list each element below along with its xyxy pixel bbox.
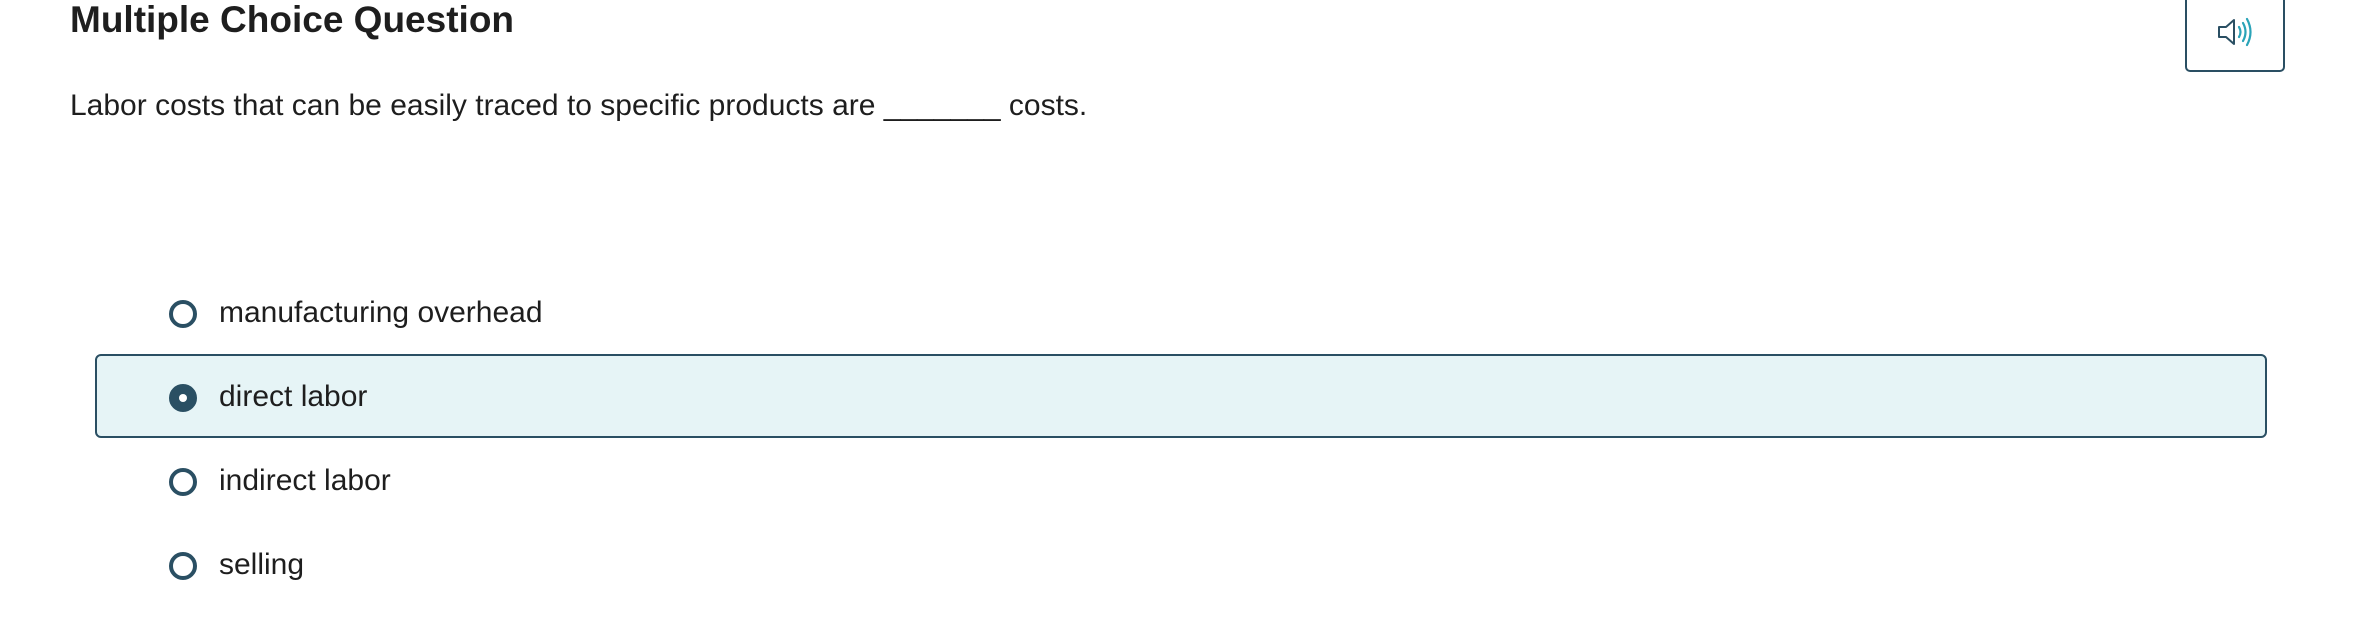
speaker-icon bbox=[2216, 15, 2254, 49]
question-prompt: Labor costs that can be easily traced to… bbox=[70, 89, 1088, 122]
question-title: Multiple Choice Question bbox=[70, 0, 515, 40]
choice-indirect-labor[interactable]: indirect labor bbox=[95, 438, 2267, 522]
radio-button[interactable] bbox=[169, 384, 197, 412]
question-page: Multiple Choice Question Labor costs tha… bbox=[0, 0, 2360, 629]
choice-label: selling bbox=[219, 548, 305, 581]
choice-manufacturing-overhead[interactable]: manufacturing overhead bbox=[95, 270, 2267, 354]
choice-label: indirect labor bbox=[219, 464, 391, 497]
radio-button[interactable] bbox=[169, 552, 197, 580]
choice-direct-labor[interactable]: direct labor bbox=[95, 354, 2267, 438]
read-aloud-button[interactable] bbox=[2185, 0, 2285, 72]
choice-selling[interactable]: selling bbox=[95, 522, 2267, 606]
answer-choices: manufacturing overhead direct labor indi… bbox=[95, 270, 2267, 606]
choice-label: manufacturing overhead bbox=[219, 296, 543, 329]
choice-label: direct labor bbox=[219, 380, 368, 413]
radio-button[interactable] bbox=[169, 300, 197, 328]
radio-button[interactable] bbox=[169, 468, 197, 496]
